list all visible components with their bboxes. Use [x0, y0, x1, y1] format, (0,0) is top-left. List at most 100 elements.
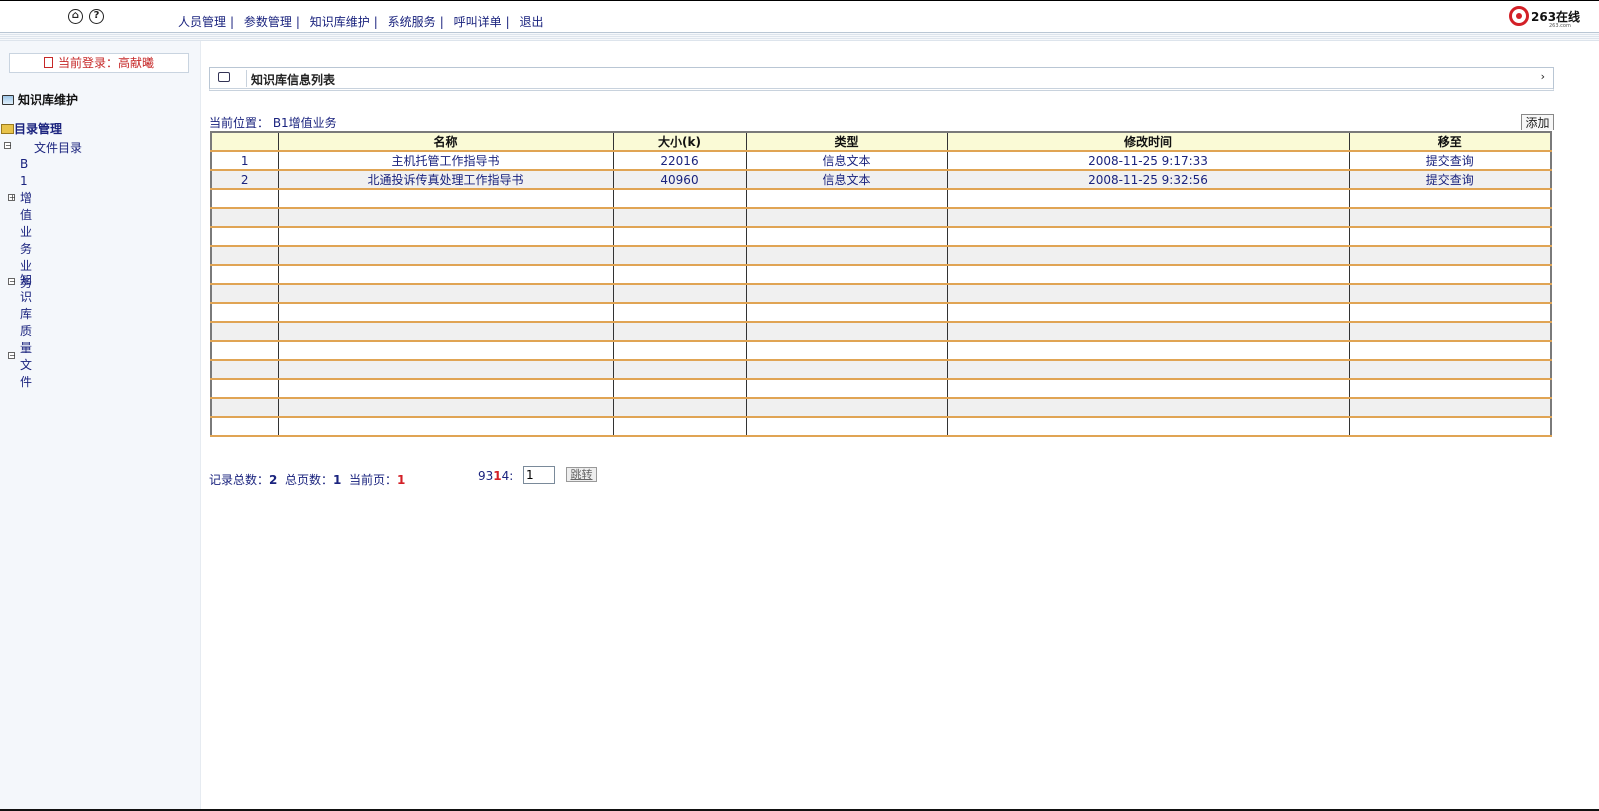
nav-item-params[interactable]: 参数管理: [244, 15, 292, 29]
total-label: 记录总数：: [209, 473, 270, 487]
cell-index: 2: [210, 169, 279, 190]
help-icon[interactable]: ?: [89, 9, 104, 24]
cell-empty: [745, 226, 948, 247]
pagination-info: 记录总数：2 总页数：1 当前页：1: [209, 471, 405, 488]
cell-empty: [946, 340, 1350, 361]
table-row-empty: [210, 283, 1552, 304]
cell-empty: [1348, 188, 1552, 209]
col-header-modified: 修改时间: [946, 131, 1350, 152]
cell-empty: [612, 340, 747, 361]
expand-icon[interactable]: +: [8, 194, 16, 202]
collapse-icon[interactable]: −: [4, 142, 12, 150]
cell-empty: [946, 283, 1350, 304]
cell-empty: [612, 188, 747, 209]
nav-item-knowledge[interactable]: 知识库维护: [310, 15, 370, 29]
current-page: 1: [397, 473, 406, 487]
cell-modified: 2008-11-25 9:17:33: [946, 150, 1350, 171]
collapse-icon[interactable]: −: [8, 278, 16, 286]
nav-item-calls[interactable]: 呼叫详单: [454, 15, 502, 29]
pages-label: 总页数：: [285, 473, 334, 487]
cell-empty: [946, 188, 1350, 209]
cell-type: 信息文本: [745, 169, 948, 190]
sidebar-dir-manage[interactable]: 目录管理: [1, 120, 62, 137]
nav-item-system[interactable]: 系统服务: [388, 15, 436, 29]
cell-empty: [210, 416, 279, 437]
cell-empty: [745, 188, 948, 209]
cell-empty: [946, 321, 1350, 342]
table-row-empty: [210, 302, 1552, 323]
cell-empty: [745, 397, 948, 418]
nav-item-staff[interactable]: 人员管理: [178, 15, 226, 29]
tree-node-files[interactable]: 文件: [20, 357, 34, 391]
top-bar: ⌂ ? 人员管理 | 参数管理 | 知识库维护 | 系统服务 | 呼叫详单 | 退出 26…: [0, 0, 1599, 33]
table-row-empty: [210, 340, 1552, 361]
col-header-name: 名称: [277, 131, 614, 152]
jump-button[interactable]: 跳转: [566, 467, 597, 482]
table-row-empty: [210, 359, 1552, 380]
chevron-right-icon[interactable]: ›: [1541, 70, 1545, 83]
sidebar-section-title: 知识库维护: [18, 93, 79, 107]
cell-name-link[interactable]: 北通投诉传真处理工作指导书: [277, 169, 614, 190]
cell-empty: [210, 245, 279, 266]
tree-node-quality[interactable]: 知识库质量: [20, 272, 34, 357]
goto-suffix: 4:: [501, 469, 514, 483]
cell-empty: [210, 283, 279, 304]
cell-empty: [946, 207, 1350, 228]
page-number-input[interactable]: [523, 466, 555, 484]
folder-icon: [1, 124, 14, 134]
cell-empty: [210, 359, 279, 380]
col-header-size: 大小(k): [612, 131, 747, 152]
cell-name-link[interactable]: 主机托管工作指导书: [277, 150, 614, 171]
goto-label: 9314:: [478, 469, 513, 483]
cell-empty: [745, 264, 948, 285]
table-row-empty: [210, 264, 1552, 285]
home-icon[interactable]: ⌂: [68, 9, 83, 24]
cell-empty: [277, 264, 614, 285]
logo-mark-icon: [1509, 6, 1529, 26]
table-row: 2 北通投诉传真处理工作指导书 40960 信息文本 2008-11-25 9:…: [210, 169, 1552, 190]
panel-title: 知识库信息列表: [251, 73, 336, 87]
cell-empty: [745, 321, 948, 342]
cell-type: 信息文本: [745, 150, 948, 171]
cell-empty: [210, 264, 279, 285]
table-row-empty: [210, 245, 1552, 266]
cell-empty: [612, 378, 747, 399]
cell-empty: [612, 245, 747, 266]
add-button[interactable]: 添加: [1521, 114, 1554, 130]
cell-empty: [745, 378, 948, 399]
cell-empty: [612, 359, 747, 380]
sidebar-section-knowledge: 知识库维护: [2, 91, 78, 108]
tree-root-label[interactable]: 文件目录: [34, 139, 82, 156]
cell-index: 1: [210, 150, 279, 171]
table-row-empty: [210, 207, 1552, 228]
cell-size: 40960: [612, 169, 747, 190]
table-row-empty: [210, 378, 1552, 399]
document-icon: [43, 57, 53, 68]
cell-empty: [612, 283, 747, 304]
cell-empty: [210, 340, 279, 361]
cell-empty: [277, 302, 614, 323]
cell-empty: [1348, 207, 1552, 228]
col-header-index: [210, 131, 279, 152]
total-count: 2: [269, 473, 278, 487]
cell-empty: [277, 378, 614, 399]
goto-prefix: 93: [478, 469, 494, 483]
message-icon: [218, 72, 230, 82]
cell-move-link[interactable]: 提交查询: [1348, 150, 1552, 171]
cell-empty: [745, 359, 948, 380]
table-row-empty: [210, 397, 1552, 418]
computer-icon: [2, 95, 14, 105]
sidebar: 当前登录：高献曦 知识库维护 目录管理 − 文件目录 + B1增值业务业务 − …: [0, 41, 201, 811]
cell-empty: [612, 321, 747, 342]
nav-item-logout[interactable]: 退出: [519, 15, 543, 29]
divider: [246, 70, 247, 87]
table-row-empty: [210, 226, 1552, 247]
cell-empty: [745, 416, 948, 437]
cell-move-link[interactable]: 提交查询: [1348, 169, 1552, 190]
cell-empty: [946, 359, 1350, 380]
cell-empty: [612, 302, 747, 323]
cell-empty: [1348, 226, 1552, 247]
cell-modified: 2008-11-25 9:32:56: [946, 169, 1350, 190]
login-status: 当前登录：高献曦: [9, 53, 189, 73]
collapse-icon[interactable]: −: [8, 352, 16, 360]
